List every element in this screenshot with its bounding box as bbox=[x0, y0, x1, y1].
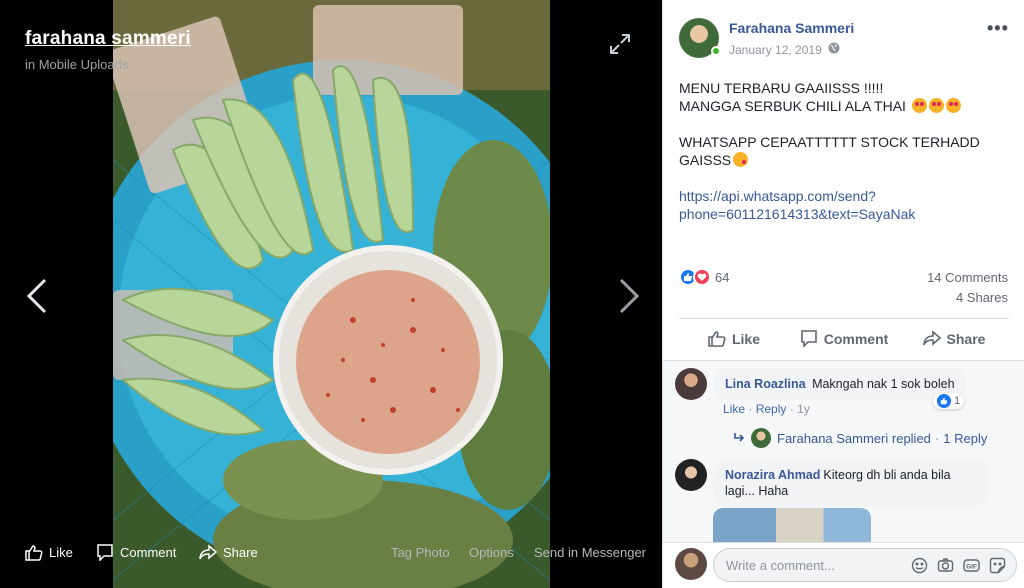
photo-theater: farahana sammeri in Mobile Uploads Like … bbox=[0, 0, 1024, 588]
post-share-button[interactable]: Share bbox=[899, 319, 1009, 358]
whatsapp-link-line-2[interactable]: phone=601121614313&text=SayaNak bbox=[679, 206, 915, 222]
post-line-4: GAISSS bbox=[679, 152, 732, 168]
globe-icon bbox=[828, 42, 840, 57]
post-line-1: MENU TERBARU GAAIISSS !!!!! bbox=[679, 80, 884, 96]
comment-text-line-1: Kiteorg dh bli anda bila bbox=[823, 468, 951, 482]
comment-reaction-count: 1 bbox=[954, 395, 961, 407]
online-status-dot bbox=[711, 46, 721, 56]
comment-composer: Write a comment... GIF bbox=[663, 542, 1024, 588]
thumbs-up-icon bbox=[25, 545, 43, 561]
heart-eyes-emoji-icon bbox=[928, 98, 944, 113]
comment-input-placeholder: Write a comment... bbox=[726, 558, 835, 573]
commenter-avatar[interactable] bbox=[675, 368, 707, 400]
comment-reaction-badge[interactable]: 1 bbox=[933, 393, 965, 409]
photo-comment-label: Comment bbox=[120, 545, 177, 560]
commenter-avatar[interactable] bbox=[675, 459, 707, 491]
thumbs-up-icon bbox=[708, 331, 726, 347]
photo-action-bar: Like Comment Share Tag Photo Options Sen… bbox=[0, 536, 662, 570]
sticker-icon[interactable] bbox=[989, 557, 1006, 574]
camera-icon[interactable] bbox=[937, 557, 954, 574]
post-comment-button[interactable]: Comment bbox=[789, 319, 899, 358]
whatsapp-link-line-1[interactable]: https://api.whatsapp.com/send? bbox=[679, 188, 876, 204]
reply-arrow-icon bbox=[734, 433, 745, 442]
album-subtitle: in Mobile Uploads bbox=[25, 57, 129, 72]
post-panel: Farahana Sammeri January 12, 2019 ••• ME… bbox=[662, 0, 1024, 588]
post-comment-label: Comment bbox=[823, 330, 889, 347]
replied-by-text: Farahana Sammeri replied bbox=[777, 430, 931, 446]
comment-attached-image[interactable] bbox=[713, 508, 871, 542]
photo-like-label: Like bbox=[49, 545, 73, 560]
share-arrow-icon bbox=[199, 544, 217, 560]
comment-reply-link[interactable]: Reply bbox=[756, 402, 787, 416]
photo-comment-button[interactable]: Comment bbox=[96, 544, 176, 561]
comment-meta: Like · Reply · 1y bbox=[723, 402, 810, 416]
commenter-name-link[interactable]: Lina Roazlina bbox=[725, 377, 806, 391]
photo-like-button[interactable]: Like bbox=[25, 544, 73, 561]
post-line-2: MANGGA SERBUK CHILI ALA THAI bbox=[679, 98, 906, 114]
comments-list: Lina Roazlina Makngah nak 1 sok boleh 1 … bbox=[663, 360, 1024, 542]
current-user-avatar bbox=[675, 548, 707, 580]
svg-text:GIF: GIF bbox=[966, 564, 977, 571]
comment-like-link[interactable]: Like bbox=[723, 402, 745, 416]
next-photo-chevron-icon[interactable] bbox=[616, 277, 642, 315]
reaction-summary[interactable]: 64 bbox=[679, 268, 729, 286]
post-like-label: Like bbox=[731, 330, 760, 347]
album-title-link[interactable]: farahana sammeri bbox=[25, 28, 191, 50]
heart-eyes-emoji-icon bbox=[945, 98, 961, 113]
comment-input[interactable]: Write a comment... GIF bbox=[713, 548, 1017, 582]
view-replies-link[interactable]: Farahana Sammeri replied · 1 Reply bbox=[733, 428, 987, 448]
reaction-count: 64 bbox=[715, 269, 730, 285]
post-photo[interactable] bbox=[113, 0, 550, 588]
fullscreen-icon[interactable] bbox=[609, 33, 631, 55]
post-date[interactable]: January 12, 2019 bbox=[729, 42, 840, 57]
send-in-messenger-link[interactable]: Send in Messenger bbox=[534, 545, 646, 560]
kissing-emoji-icon bbox=[733, 152, 749, 167]
gif-icon[interactable]: GIF bbox=[963, 557, 980, 574]
post-message: MENU TERBARU GAAIISSS !!!!! MANGGA SERBU… bbox=[679, 79, 1009, 223]
emoji-icon[interactable] bbox=[911, 557, 928, 574]
post-date-text: January 12, 2019 bbox=[729, 42, 822, 57]
comment-text: Makngah nak 1 sok boleh bbox=[812, 377, 955, 391]
replier-avatar bbox=[751, 428, 771, 448]
shares-count-link[interactable]: 4 Shares bbox=[956, 290, 1008, 305]
photo-share-label: Share bbox=[223, 545, 258, 560]
commenter-name-link[interactable]: Norazira Ahmad bbox=[725, 468, 820, 482]
love-reaction-icon bbox=[693, 268, 711, 286]
mango-photo-illustration bbox=[113, 0, 550, 588]
tag-photo-link[interactable]: Tag Photo bbox=[391, 545, 450, 560]
post-line-3: WHATSAPP CEPAATTTTTT STOCK TERHADD bbox=[679, 134, 980, 150]
comment-bubble: Norazira Ahmad Kiteorg dh bli anda bila l… bbox=[713, 459, 989, 507]
post-options-icon[interactable]: ••• bbox=[987, 18, 1009, 39]
share-arrow-icon bbox=[922, 330, 941, 346]
post-like-button[interactable]: Like bbox=[679, 319, 789, 358]
comment-text-line-2: lagi... Haha bbox=[725, 484, 789, 498]
speech-bubble-icon bbox=[97, 544, 113, 561]
options-link[interactable]: Options bbox=[469, 545, 514, 560]
post-share-label: Share bbox=[946, 330, 986, 347]
author-name-link[interactable]: Farahana Sammeri bbox=[729, 20, 854, 36]
heart-eyes-emoji-icon bbox=[911, 98, 927, 113]
photo-share-button[interactable]: Share bbox=[199, 544, 258, 561]
speech-bubble-icon bbox=[800, 330, 817, 347]
previous-photo-chevron-icon[interactable] bbox=[24, 277, 50, 315]
comment-age[interactable]: 1y bbox=[797, 402, 810, 416]
comment-bubble: Lina Roazlina Makngah nak 1 sok boleh bbox=[713, 368, 967, 400]
post-action-bar: Like Comment Share bbox=[679, 318, 1009, 358]
comments-count-link[interactable]: 14 Comments bbox=[927, 270, 1008, 285]
photo-viewer: farahana sammeri in Mobile Uploads Like … bbox=[0, 0, 662, 588]
reply-count: 1 Reply bbox=[943, 430, 988, 446]
composer-icons: GIF bbox=[902, 557, 1006, 574]
like-reaction-icon bbox=[937, 394, 951, 408]
